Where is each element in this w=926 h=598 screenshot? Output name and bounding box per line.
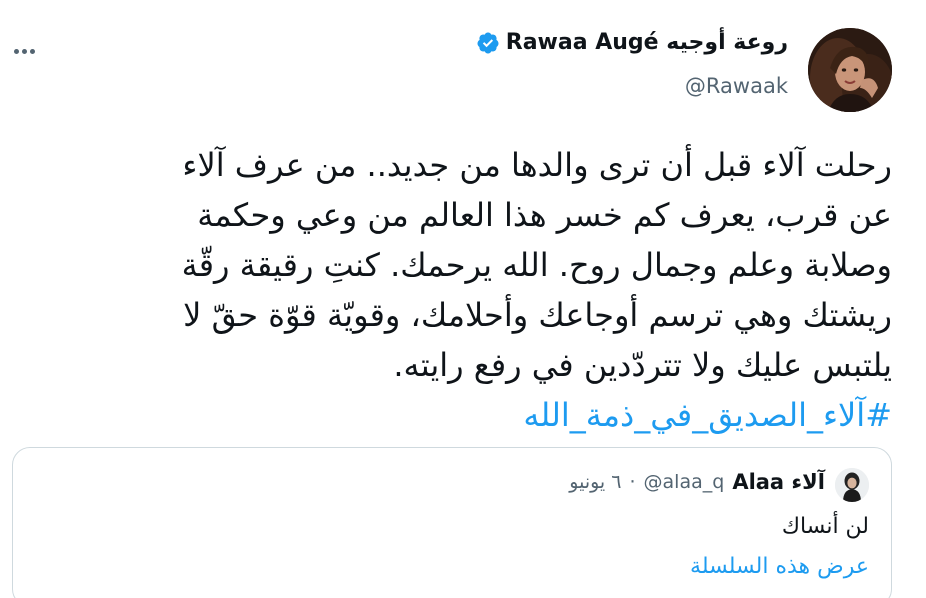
hashtag-link[interactable]: #آلاء_الصديق_في_ذمة_الله [523,396,892,434]
more-dot [14,48,19,54]
quoted-display-name[interactable]: آلاء Alaa [732,470,825,494]
tweet-text-line: عن قرب، يعرف كم خسر هذا العالم من وعي وح… [197,196,892,234]
more-dot [30,48,35,54]
quoted-tweet[interactable]: آلاء Alaa @alaa_q · ٦ يونيو لن أنساك عرض… [12,447,892,598]
author-display-name[interactable]: روعة أوجيه Rawaa Augé [506,30,788,55]
verified-badge-icon [477,32,499,53]
tweet-text-line: ريشتك وهي ترسم أوجاعك وأحلامك، وقويّة قو… [183,296,892,334]
author-name-row[interactable]: روعة أوجيه Rawaa Augé [476,30,788,55]
more-options-icon[interactable] [14,41,44,61]
quoted-meta-row: آلاء Alaa @alaa_q · ٦ يونيو [569,470,825,494]
tweet-card: روعة أوجيه Rawaa Augé @Rawaak رحلت آلاء … [0,0,926,598]
quoted-avatar-icon [835,468,869,502]
meta-separator: · [629,471,636,493]
tweet-text-line: رحلت آلاء قبل أن ترى والدها من جديد.. من… [182,146,892,184]
tweet-text-line: يلتبس عليك ولا تتردّدين في رفع رايته. [393,346,892,384]
author-handle[interactable]: @Rawaak [685,74,788,98]
tweet-text-line: وصلابة وعلم وجمال روح. الله يرحمك. كنتِ … [181,246,892,284]
quoted-date[interactable]: ٦ يونيو [569,471,621,493]
quoted-handle[interactable]: @alaa_q [644,471,725,493]
avatar-photo-icon [808,28,892,112]
quoted-text: لن أنساك [781,514,869,539]
quoted-author-avatar[interactable] [835,468,869,502]
author-avatar[interactable] [808,28,892,112]
show-thread-link[interactable]: عرض هذه السلسلة [690,554,869,579]
more-dot [22,48,27,54]
tweet-body: رحلت آلاء قبل أن ترى والدها من جديد.. من… [40,140,892,440]
